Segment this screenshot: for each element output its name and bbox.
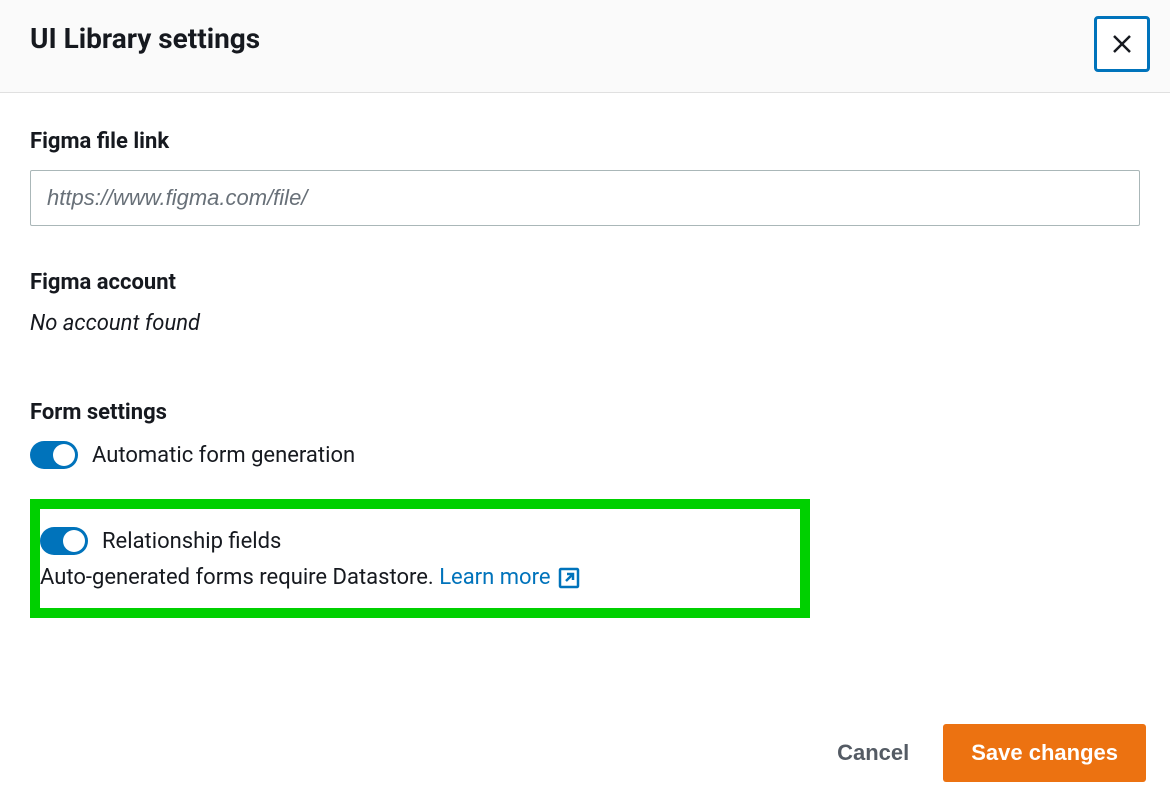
form-settings-section: Form settings Automatic form generation … [30, 400, 1140, 618]
helper-text-content: Auto-generated forms require Datastore. [40, 565, 434, 590]
relationship-fields-row: Relationship fields [40, 527, 786, 555]
external-link-icon [557, 566, 581, 590]
relationship-fields-label: Relationship fields [102, 529, 281, 554]
relationship-helper-text: Auto-generated forms require Datastore. … [40, 565, 786, 590]
toggle-knob [63, 530, 85, 552]
figma-link-section: Figma file link [30, 129, 1140, 226]
figma-account-label: Figma account [30, 270, 1140, 295]
auto-generation-label: Automatic form generation [92, 443, 355, 468]
auto-generation-row: Automatic form generation [30, 441, 1140, 469]
modal-title: UI Library settings [30, 16, 260, 55]
learn-more-link[interactable]: Learn more [439, 565, 580, 590]
figma-account-section: Figma account No account found [30, 270, 1140, 336]
figma-link-input[interactable] [30, 170, 1140, 226]
close-button[interactable] [1094, 16, 1150, 72]
cancel-button[interactable]: Cancel [829, 728, 917, 778]
modal-content: Figma file link Figma account No account… [0, 93, 1170, 638]
form-settings-label: Form settings [30, 400, 1140, 425]
modal-header: UI Library settings [0, 0, 1170, 93]
figma-link-label: Figma file link [30, 129, 1140, 154]
auto-generation-toggle[interactable] [30, 441, 78, 469]
modal-footer: Cancel Save changes [0, 704, 1170, 802]
learn-more-text: Learn more [439, 565, 550, 590]
relationship-fields-toggle[interactable] [40, 527, 88, 555]
close-icon [1110, 32, 1134, 56]
save-changes-button[interactable]: Save changes [943, 724, 1146, 782]
toggle-knob [53, 444, 75, 466]
figma-account-status: No account found [30, 311, 1140, 336]
relationship-fields-highlight: Relationship fields Auto-generated forms… [30, 499, 810, 618]
